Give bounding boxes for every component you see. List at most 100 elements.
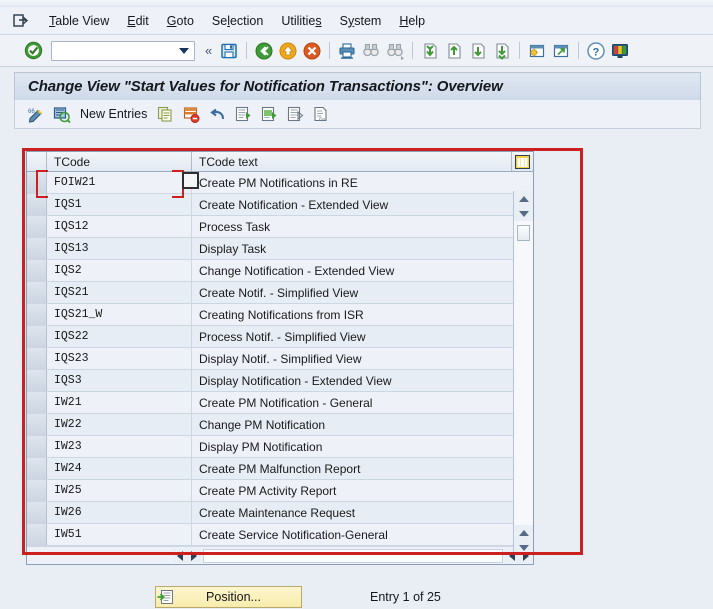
deselect-all-icon[interactable]: [286, 105, 305, 124]
table-row[interactable]: IW22 Change PM Notification: [27, 414, 533, 436]
copy-icon[interactable]: [156, 105, 175, 124]
scroll-page-up-button[interactable]: [514, 525, 533, 540]
menu-item-help[interactable]: Help: [390, 12, 434, 30]
cell-tcode-text[interactable]: Change Notification - Extended View: [192, 260, 512, 281]
cell-tcode[interactable]: IQS2: [47, 260, 192, 281]
cell-tcode[interactable]: IW22: [47, 414, 192, 435]
chevron-down-icon[interactable]: [179, 47, 189, 54]
new-entries-button[interactable]: New Entries: [80, 107, 147, 121]
cell-tcode-text[interactable]: Create Notification - Extended View: [192, 194, 512, 215]
variable-list-icon[interactable]: 6a: [312, 105, 331, 124]
cell-tcode[interactable]: IQS12: [47, 216, 192, 237]
cell-tcode[interactable]: IW23: [47, 436, 192, 457]
row-select-gutter[interactable]: [27, 392, 47, 413]
cell-tcode[interactable]: IQS3: [47, 370, 192, 391]
cell-tcode-text[interactable]: Create Notif. - Simplified View: [192, 282, 512, 303]
cell-tcode-text[interactable]: Create PM Notification - General: [192, 392, 512, 413]
menu-item-table-view[interactable]: Table View: [40, 12, 118, 30]
cell-tcode-text[interactable]: Create PM Malfunction Report: [192, 458, 512, 479]
cell-tcode-text[interactable]: Create PM Activity Report: [192, 480, 512, 501]
undo-icon[interactable]: [208, 105, 227, 124]
cell-tcode[interactable]: IQS13: [47, 238, 192, 259]
command-input[interactable]: [52, 41, 177, 60]
cell-tcode-text[interactable]: Create Maintenance Request: [192, 502, 512, 523]
create-shortcut-icon[interactable]: [551, 41, 571, 61]
menu-item-system[interactable]: System: [331, 12, 391, 30]
row-select-gutter[interactable]: [27, 436, 47, 457]
row-select-gutter[interactable]: [27, 172, 47, 193]
table-row[interactable]: IW23 Display PM Notification: [27, 436, 533, 458]
scroll-page-down-button[interactable]: [514, 540, 533, 555]
table-row[interactable]: IQS21_W Creating Notifications from ISR: [27, 304, 533, 326]
cell-tcode[interactable]: IW51: [47, 524, 192, 545]
column-header-tcode[interactable]: TCode: [47, 152, 192, 171]
table-row[interactable]: IW51 Create Service Notification-General: [27, 524, 533, 546]
green-check-enter-icon[interactable]: [24, 41, 43, 60]
row-select-gutter[interactable]: [27, 370, 47, 391]
back-green-icon[interactable]: [254, 41, 274, 61]
find-next-icon[interactable]: [385, 41, 405, 61]
menu-item-selection[interactable]: Selection: [203, 12, 272, 30]
next-page-icon[interactable]: [468, 41, 488, 61]
check-entries-icon[interactable]: [52, 105, 71, 124]
cell-tcode[interactable]: IW24: [47, 458, 192, 479]
row-select-gutter[interactable]: [27, 502, 47, 523]
table-row[interactable]: IQS12 Process Task: [27, 216, 533, 238]
table-row[interactable]: IQS23 Display Notif. - Simplified View: [27, 348, 533, 370]
cell-tcode[interactable]: FOIW21: [47, 172, 192, 193]
last-page-icon[interactable]: [492, 41, 512, 61]
window-menu-icon[interactable]: [12, 12, 30, 30]
cell-tcode[interactable]: IQS23: [47, 348, 192, 369]
find-icon[interactable]: [361, 41, 381, 61]
cell-tcode[interactable]: IQS21: [47, 282, 192, 303]
table-row[interactable]: IQS13 Display Task: [27, 238, 533, 260]
table-row[interactable]: IQS21 Create Notif. - Simplified View: [27, 282, 533, 304]
grid-horizontal-scrollbar[interactable]: [27, 546, 533, 564]
cell-tcode-text[interactable]: Create PM Notifications in RE: [192, 172, 512, 193]
hscroll-right-button[interactable]: [187, 548, 201, 563]
row-select-gutter[interactable]: [27, 238, 47, 259]
row-select-gutter[interactable]: [27, 524, 47, 545]
grid-vertical-scrollbar[interactable]: [513, 191, 533, 555]
create-session-icon[interactable]: [527, 41, 547, 61]
scroll-thumb[interactable]: [517, 225, 530, 241]
delete-icon[interactable]: [182, 105, 201, 124]
scroll-down-button[interactable]: [514, 206, 533, 221]
cell-tcode-text[interactable]: Change PM Notification: [192, 414, 512, 435]
row-select-gutter[interactable]: [27, 216, 47, 237]
table-row[interactable]: IQS22 Process Notif. - Simplified View: [27, 326, 533, 348]
cell-tcode[interactable]: IQS1: [47, 194, 192, 215]
hscroll-track[interactable]: [203, 548, 503, 563]
row-select-gutter[interactable]: [27, 304, 47, 325]
exit-yellow-icon[interactable]: [278, 41, 298, 61]
cell-tcode-text[interactable]: Creating Notifications from ISR: [192, 304, 512, 325]
cell-tcode-text[interactable]: Display PM Notification: [192, 436, 512, 457]
print-icon[interactable]: [337, 41, 357, 61]
row-select-gutter[interactable]: [27, 414, 47, 435]
cell-tcode[interactable]: IQS22: [47, 326, 192, 347]
cell-tcode-text[interactable]: Display Notification - Extended View: [192, 370, 512, 391]
customize-local-layout-icon[interactable]: [610, 41, 630, 61]
table-row[interactable]: IQS3 Display Notification - Extended View: [27, 370, 533, 392]
row-select-gutter[interactable]: [27, 282, 47, 303]
table-row[interactable]: IW25 Create PM Activity Report: [27, 480, 533, 502]
menu-item-utilities[interactable]: Utilities: [272, 12, 330, 30]
first-page-icon[interactable]: [420, 41, 440, 61]
cell-tcode-text[interactable]: Process Notif. - Simplified View: [192, 326, 512, 347]
row-select-gutter[interactable]: [27, 458, 47, 479]
row-select-gutter[interactable]: [27, 480, 47, 501]
position-button[interactable]: Position...: [155, 586, 302, 608]
table-row[interactable]: IW24 Create PM Malfunction Report: [27, 458, 533, 480]
select-all-icon[interactable]: [234, 105, 253, 124]
row-select-gutter[interactable]: [27, 260, 47, 281]
table-row[interactable]: IQS2 Change Notification - Extended View: [27, 260, 533, 282]
table-row[interactable]: IQS1 Create Notification - Extended View: [27, 194, 533, 216]
previous-page-icon[interactable]: [444, 41, 464, 61]
row-select-gutter[interactable]: [27, 348, 47, 369]
double-chevron-left-icon[interactable]: «: [205, 43, 212, 58]
cell-tcode-text[interactable]: Display Task: [192, 238, 512, 259]
cell-tcode[interactable]: IW25: [47, 480, 192, 501]
cancel-red-icon[interactable]: [302, 41, 322, 61]
save-icon[interactable]: [219, 41, 239, 61]
menu-item-goto[interactable]: Goto: [158, 12, 203, 30]
